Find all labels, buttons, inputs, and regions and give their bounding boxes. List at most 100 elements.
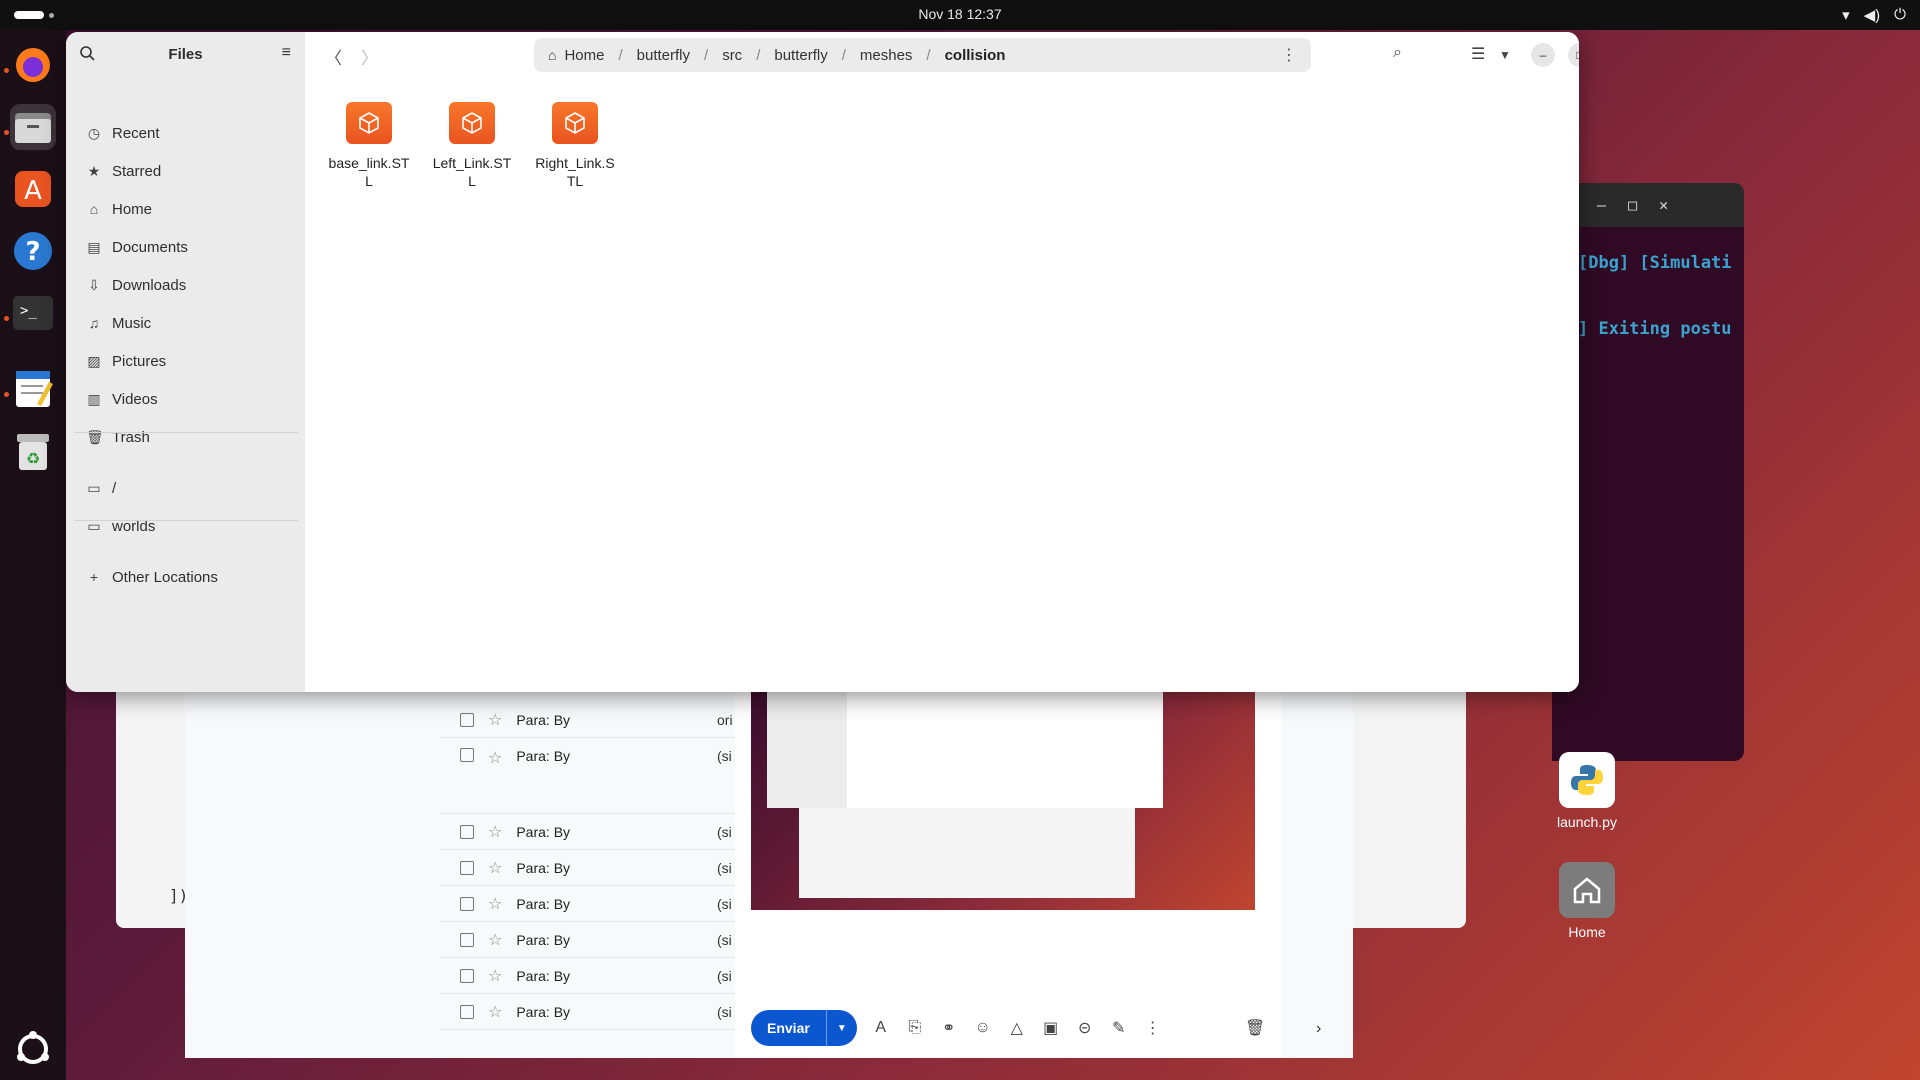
desktop-icon-launch[interactable]: launch.py [1542, 752, 1632, 830]
star-icon[interactable]: ☆ [488, 710, 502, 730]
sidebar-item-label: Home [112, 200, 153, 218]
checkbox[interactable] [460, 748, 474, 762]
maximize-icon[interactable]: □ [1628, 196, 1637, 214]
mail-snippet: (si [717, 931, 732, 948]
app-center-icon[interactable]: A [10, 166, 56, 212]
search-folder-icon[interactable]: ⌕ [1393, 44, 1402, 62]
send-button[interactable]: Enviar ▼ [751, 1010, 857, 1046]
list-view-icon[interactable]: ☰ [1471, 44, 1485, 64]
checkbox[interactable] [460, 712, 474, 727]
sidebar-item-home[interactable]: ⌂ Home [86, 194, 296, 224]
help-icon[interactable]: ? [10, 228, 56, 274]
folder-icon: ▭ [87, 479, 101, 496]
table-row[interactable]: ☆ Para: By (si [440, 994, 740, 1030]
checkbox[interactable] [460, 860, 474, 875]
app-title: Files [168, 46, 203, 63]
emoji-icon[interactable]: ☺ [973, 1019, 993, 1037]
star-icon[interactable]: ☆ [488, 822, 502, 842]
3d-model-file-icon [346, 102, 392, 144]
table-row[interactable]: ☆ Para: By (si [440, 738, 740, 814]
more-options-icon[interactable]: ⋮ [1143, 1018, 1163, 1038]
sidebar-item-recent[interactable]: ◷ Recent [86, 118, 296, 148]
star-icon[interactable]: ☆ [488, 1002, 502, 1022]
plus-icon: + [89, 569, 99, 585]
system-tray[interactable]: ▾ ◀) ⏻ [1842, 6, 1906, 24]
minimize-icon[interactable]: – [1531, 43, 1555, 67]
breadcrumb-item[interactable]: meshes [852, 47, 921, 64]
show-apps-icon[interactable] [10, 1026, 56, 1072]
mail-sender: Para: By [516, 967, 571, 984]
header-bar: 〈 〉 ⌂ Home / butterfly / src / butterfly… [305, 32, 1579, 78]
power-icon[interactable]: ⏻ [1894, 6, 1906, 24]
star-icon[interactable]: ☆ [488, 858, 502, 878]
link-icon[interactable]: ⚭ [939, 1018, 959, 1038]
chevron-right-icon[interactable]: › [1316, 1020, 1321, 1038]
file-item[interactable]: Left_Link.ST L [426, 102, 518, 190]
trash-icon[interactable]: ♻ [10, 428, 56, 474]
video-icon: ▥ [87, 390, 101, 407]
discard-icon[interactable]: 🗑 [1245, 1018, 1265, 1038]
file-item[interactable]: base_link.ST L [323, 102, 415, 190]
sidebar-item-starred[interactable]: ★ Starred [86, 156, 296, 186]
maximize-icon[interactable]: □ [1568, 43, 1579, 67]
minimize-icon[interactable]: – [1597, 196, 1606, 214]
sidebar-item-trash[interactable]: 🗑 Trash [86, 422, 296, 452]
sidebar-item-videos[interactable]: ▥ Videos [86, 384, 296, 414]
checkbox[interactable] [460, 968, 474, 983]
star-icon[interactable]: ☆ [488, 748, 502, 768]
path-menu-icon[interactable]: ⋮ [1281, 45, 1297, 65]
lock-icon[interactable]: ⊝ [1075, 1018, 1095, 1038]
forward-icon[interactable]: 〉 [361, 44, 378, 69]
clock[interactable]: Nov 18 12:37 [0, 6, 1920, 22]
image-icon[interactable]: ▣ [1041, 1018, 1061, 1038]
table-row[interactable]: ☆ Para: By (si [440, 922, 740, 958]
breadcrumb-item[interactable]: butterfly [629, 47, 698, 64]
text-format-icon[interactable]: A [871, 1019, 891, 1037]
file-name: Right_Link.S [535, 155, 615, 171]
sidebar-item-pictures[interactable]: ▨ Pictures [86, 346, 296, 376]
send-options-icon[interactable]: ▼ [825, 1010, 857, 1046]
table-row[interactable]: ☆ Para: By (si [440, 850, 740, 886]
table-row[interactable]: ☆ Para: By (si [440, 958, 740, 994]
files-icon[interactable] [10, 104, 56, 150]
text-editor-icon[interactable] [10, 366, 56, 412]
back-icon[interactable]: 〈 [325, 44, 342, 69]
breadcrumb-current[interactable]: collision [937, 47, 1014, 64]
compose-toolbar: Enviar ▼ A ⎘ ⚭ ☺ △ ▣ ⊝ ✎ ⋮ [751, 1010, 1163, 1046]
table-row[interactable]: ☆ Para: By ori [440, 702, 740, 738]
signature-icon[interactable]: ✎ [1109, 1018, 1129, 1038]
checkbox[interactable] [460, 1004, 474, 1019]
close-icon[interactable]: ✕ [1659, 196, 1668, 214]
desktop-icon-home[interactable]: Home [1542, 862, 1632, 940]
sidebar-divider [74, 432, 298, 433]
drive-icon[interactable]: △ [1007, 1018, 1027, 1038]
hamburger-menu-icon[interactable]: ≡ [282, 44, 291, 62]
sidebar-item-label: Downloads [112, 276, 187, 294]
breadcrumb-item[interactable]: butterfly [766, 47, 835, 64]
breadcrumb-item[interactable]: Home [556, 47, 612, 64]
table-row[interactable]: ☆ Para: By (si [440, 814, 740, 850]
sidebar-item-worlds[interactable]: ▭ worlds [86, 511, 296, 541]
sidebar-item-other-locations[interactable]: + Other Locations [86, 562, 296, 592]
volume-icon[interactable]: ◀) [1864, 6, 1881, 24]
checkbox[interactable] [460, 824, 474, 839]
firefox-icon[interactable] [10, 42, 56, 88]
sidebar-item-documents[interactable]: ▤ Documents [86, 232, 296, 262]
mail-sender: Para: By [516, 823, 571, 840]
attach-icon[interactable]: ⎘ [905, 1019, 925, 1037]
file-item[interactable]: Right_Link.S TL [529, 102, 621, 190]
terminal-icon[interactable]: >_ [10, 290, 56, 336]
sidebar-item-downloads[interactable]: ⇩ Downloads [86, 270, 296, 300]
view-options-chevron-icon[interactable]: ▼ [1499, 48, 1511, 62]
star-icon[interactable]: ☆ [488, 930, 502, 950]
wifi-icon[interactable]: ▾ [1842, 6, 1850, 24]
star-icon[interactable]: ☆ [488, 966, 502, 986]
star-icon[interactable]: ☆ [488, 894, 502, 914]
picture-icon: ▨ [87, 352, 101, 369]
sidebar-item-music[interactable]: ♫ Music [86, 308, 296, 338]
checkbox[interactable] [460, 896, 474, 911]
sidebar-item-root[interactable]: ▭ / [86, 473, 296, 503]
checkbox[interactable] [460, 932, 474, 947]
table-row[interactable]: ☆ Para: By (si [440, 886, 740, 922]
breadcrumb-item[interactable]: src [714, 47, 750, 64]
